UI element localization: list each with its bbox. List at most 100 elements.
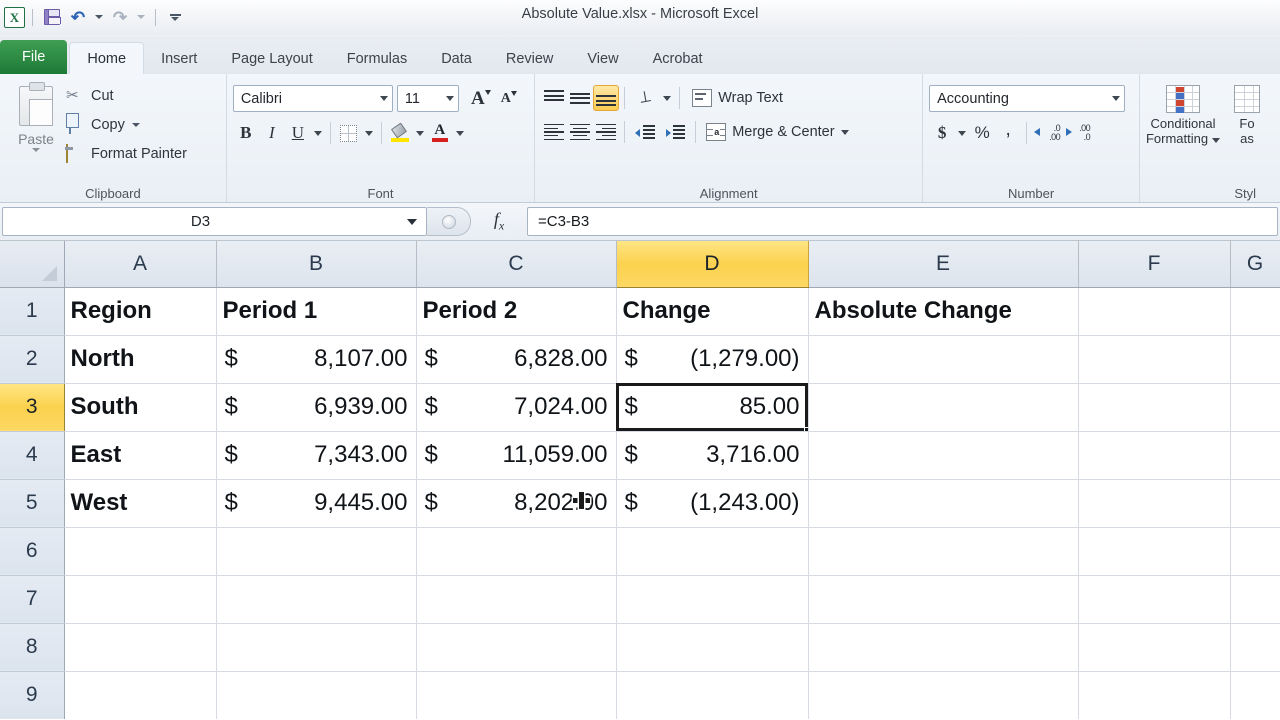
cell-g5[interactable] <box>1230 479 1280 527</box>
cell-d9[interactable] <box>616 671 808 719</box>
cell-e2[interactable] <box>808 335 1078 383</box>
orientation-dropdown-button[interactable] <box>660 85 674 111</box>
cell-d4[interactable]: $ 3,716.00 <box>616 431 808 479</box>
fill-color-button[interactable] <box>387 120 413 146</box>
cell-c7[interactable] <box>416 575 616 623</box>
column-header-e[interactable]: E <box>808 241 1078 287</box>
underline-button[interactable]: U <box>285 120 311 146</box>
chevron-down-icon[interactable] <box>841 130 849 135</box>
cell-e1[interactable]: Absolute Change <box>808 287 1078 335</box>
row-header-5[interactable]: 5 <box>0 479 64 527</box>
row-header-3[interactable]: 3 <box>0 383 64 431</box>
cell-f5[interactable] <box>1078 479 1230 527</box>
cell-d7[interactable] <box>616 575 808 623</box>
cell-b7[interactable] <box>216 575 416 623</box>
tab-formulas[interactable]: Formulas <box>330 44 424 74</box>
cell-a8[interactable] <box>64 623 216 671</box>
align-bottom-button[interactable] <box>593 85 619 111</box>
column-header-g[interactable]: G <box>1230 241 1280 287</box>
cell-e3[interactable] <box>808 383 1078 431</box>
cut-button[interactable]: ✂ Cut <box>66 83 191 108</box>
cell-b1[interactable]: Period 1 <box>216 287 416 335</box>
paste-button[interactable]: Paste <box>6 79 66 183</box>
comma-style-button[interactable]: , <box>995 120 1021 146</box>
font-color-button[interactable]: A <box>427 120 453 146</box>
select-all-button[interactable] <box>0 241 64 287</box>
cell-c8[interactable] <box>416 623 616 671</box>
conditional-formatting-button[interactable]: Conditional Formatting <box>1146 81 1220 183</box>
column-header-b[interactable]: B <box>216 241 416 287</box>
italic-button[interactable]: I <box>259 120 285 146</box>
format-painter-button[interactable]: Format Painter <box>66 141 191 166</box>
row-header-1[interactable]: 1 <box>0 287 64 335</box>
tab-insert[interactable]: Insert <box>144 44 214 74</box>
column-header-c[interactable]: C <box>416 241 616 287</box>
cell-e5[interactable] <box>808 479 1078 527</box>
cell-a3[interactable]: South <box>64 383 216 431</box>
cell-b4[interactable]: $ 7,343.00 <box>216 431 416 479</box>
accounting-format-button[interactable]: $ <box>929 120 955 146</box>
cell-a2[interactable]: North <box>64 335 216 383</box>
row-header-6[interactable]: 6 <box>0 527 64 575</box>
tab-home[interactable]: Home <box>69 42 144 74</box>
number-format-combo[interactable]: Accounting <box>929 85 1125 112</box>
align-center-button[interactable] <box>567 119 593 145</box>
cell-f1[interactable] <box>1078 287 1230 335</box>
format-as-table-button[interactable]: Fo as <box>1220 81 1274 183</box>
cell-g4[interactable] <box>1230 431 1280 479</box>
decrease-indent-button[interactable] <box>630 119 660 145</box>
cell-c9[interactable] <box>416 671 616 719</box>
font-size-combo[interactable]: 11 <box>397 85 459 112</box>
cell-d8[interactable] <box>616 623 808 671</box>
cell-b5[interactable]: $ 9,445.00 <box>216 479 416 527</box>
row-header-8[interactable]: 8 <box>0 623 64 671</box>
cell-a7[interactable] <box>64 575 216 623</box>
cell-e8[interactable] <box>808 623 1078 671</box>
cell-a1[interactable]: Region <box>64 287 216 335</box>
column-header-f[interactable]: F <box>1078 241 1230 287</box>
fill-color-dropdown-button[interactable] <box>413 120 427 146</box>
orientation-button[interactable]: ⟂ <box>630 85 660 111</box>
borders-dropdown-button[interactable] <box>362 120 376 146</box>
align-right-button[interactable] <box>593 119 619 145</box>
insert-function-button[interactable]: fx <box>471 207 527 236</box>
cell-e7[interactable] <box>808 575 1078 623</box>
cell-c4[interactable]: $ 11,059.00 <box>416 431 616 479</box>
cell-g1[interactable] <box>1230 287 1280 335</box>
align-top-button[interactable] <box>541 85 567 111</box>
cell-b9[interactable] <box>216 671 416 719</box>
formula-bar-expand-handle[interactable] <box>427 207 471 236</box>
cell-g6[interactable] <box>1230 527 1280 575</box>
cell-g2[interactable] <box>1230 335 1280 383</box>
decrease-font-size-button[interactable]: A <box>495 86 523 112</box>
tab-page-layout[interactable]: Page Layout <box>214 44 329 74</box>
percent-style-button[interactable]: % <box>969 120 995 146</box>
cell-a6[interactable] <box>64 527 216 575</box>
cell-e9[interactable] <box>808 671 1078 719</box>
cell-f7[interactable] <box>1078 575 1230 623</box>
row-header-7[interactable]: 7 <box>0 575 64 623</box>
increase-indent-button[interactable] <box>660 119 690 145</box>
tab-acrobat[interactable]: Acrobat <box>636 44 720 74</box>
cell-a4[interactable]: East <box>64 431 216 479</box>
cell-b3[interactable]: $ 6,939.00 <box>216 383 416 431</box>
cell-g9[interactable] <box>1230 671 1280 719</box>
cell-a9[interactable] <box>64 671 216 719</box>
cell-g8[interactable] <box>1230 623 1280 671</box>
cell-f9[interactable] <box>1078 671 1230 719</box>
cell-d1[interactable]: Change <box>616 287 808 335</box>
accounting-dropdown-button[interactable] <box>955 120 969 146</box>
formula-input[interactable]: =C3-B3 <box>527 207 1278 236</box>
cell-a5[interactable]: West <box>64 479 216 527</box>
font-color-dropdown-button[interactable] <box>453 120 467 146</box>
cell-b2[interactable]: $ 8,107.00 <box>216 335 416 383</box>
cell-c2[interactable]: $ 6,828.00 <box>416 335 616 383</box>
tab-data[interactable]: Data <box>424 44 489 74</box>
chevron-down-icon[interactable] <box>132 123 140 127</box>
tab-file[interactable]: File <box>0 40 67 74</box>
increase-decimal-button[interactable]: .0 .00 <box>1032 120 1062 146</box>
bold-button[interactable]: B <box>233 120 259 146</box>
column-header-a[interactable]: A <box>64 241 216 287</box>
cell-g3[interactable] <box>1230 383 1280 431</box>
decrease-decimal-button[interactable]: .00 .0 <box>1062 120 1092 146</box>
